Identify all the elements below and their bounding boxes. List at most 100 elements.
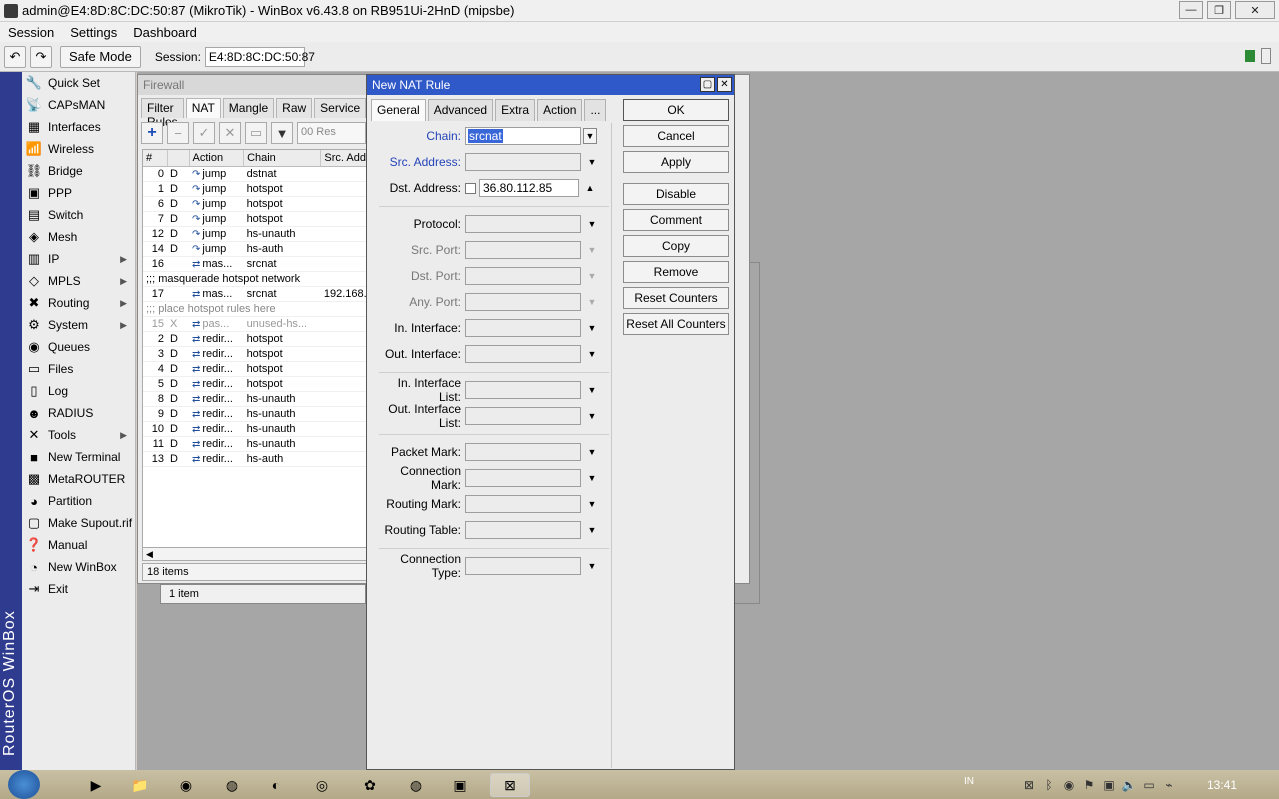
- tab-advanced[interactable]: Advanced: [427, 99, 494, 121]
- sidebar-item-manual[interactable]: ❓ Manual: [22, 534, 135, 556]
- session-field[interactable]: E4:8D:8C:DC:50:87: [204, 46, 315, 67]
- tab-raw[interactable]: Raw: [276, 98, 313, 118]
- taskbar-firefox-icon[interactable]: ◐: [256, 773, 296, 797]
- dst-address-input[interactable]: 36.80.112.85: [479, 179, 579, 197]
- taskbar-clock[interactable]: 13:41: [1207, 778, 1237, 792]
- remove-rule-button[interactable]: Remove: [623, 261, 729, 283]
- horizontal-scrollbar[interactable]: ◀: [142, 547, 368, 561]
- start-button[interactable]: [8, 770, 40, 799]
- table-row[interactable]: 9 D ⇄ redir... hs-unauth: [143, 406, 367, 422]
- src-address-dropdown-icon[interactable]: ▼: [585, 157, 599, 167]
- table-row[interactable]: 7 D ↷ jump hotspot: [143, 211, 367, 227]
- menu-dashboard[interactable]: Dashboard: [125, 25, 205, 40]
- table-row[interactable]: 4 D ⇄ redir... hotspot: [143, 361, 367, 377]
- src-port-input[interactable]: [465, 241, 581, 259]
- sidebar-item-mpls[interactable]: ◇ MPLS ▶: [22, 270, 135, 292]
- packet-mark-select[interactable]: [465, 443, 581, 461]
- out-interface-list-dropdown-icon[interactable]: ▼: [585, 411, 599, 421]
- enable-button[interactable]: ✓: [193, 122, 215, 144]
- dialog-maximize-button[interactable]: ▢: [700, 77, 715, 92]
- sidebar-item-radius[interactable]: ☻ RADIUS: [22, 402, 135, 424]
- sidebar-item-new-winbox[interactable]: ◔ New WinBox: [22, 556, 135, 578]
- undo-button[interactable]: ↶: [4, 45, 26, 68]
- tray-network-icon[interactable]: ⌁: [1159, 778, 1179, 792]
- in-interface-list-select[interactable]: [465, 381, 581, 399]
- out-interface-dropdown-icon[interactable]: ▼: [585, 349, 599, 359]
- table-row[interactable]: 15 X ⇄ pas... unused-hs...: [143, 316, 367, 332]
- out-interface-list-select[interactable]: [465, 407, 581, 425]
- redo-button[interactable]: ↷: [30, 45, 52, 68]
- protocol-dropdown-icon[interactable]: ▼: [585, 219, 599, 229]
- table-row[interactable]: 0 D ↷ jump dstnat: [143, 166, 367, 182]
- table-row[interactable]: 11 D ⇄ redir... hs-unauth: [143, 436, 367, 452]
- table-row[interactable]: 13 D ⇄ redir... hs-auth: [143, 451, 367, 467]
- tray-volume-icon[interactable]: 🔈: [1119, 778, 1139, 792]
- minimize-button[interactable]: —: [1179, 1, 1203, 19]
- in-interface-select[interactable]: [465, 319, 581, 337]
- table-row[interactable]: 6 D ↷ jump hotspot: [143, 196, 367, 212]
- table-row[interactable]: 5 D ⇄ redir... hotspot: [143, 376, 367, 392]
- taskbar-chrome-icon[interactable]: ◉: [166, 773, 206, 797]
- language-indicator[interactable]: IN: [964, 776, 974, 787]
- cancel-button[interactable]: Cancel: [623, 125, 729, 147]
- table-row[interactable]: 10 D ⇄ redir... hs-unauth: [143, 421, 367, 437]
- table-row[interactable]: 16 ⇄ mas... srcnat: [143, 256, 367, 272]
- sidebar-item-mesh[interactable]: ◈ Mesh: [22, 226, 135, 248]
- col-flags[interactable]: [167, 150, 190, 167]
- col-number[interactable]: #: [143, 150, 168, 167]
- chain-dropdown-icon[interactable]: ▼: [583, 128, 597, 144]
- tab-action[interactable]: Action: [537, 99, 583, 121]
- packet-mark-dropdown-icon[interactable]: ▼: [585, 447, 599, 457]
- dialog-close-button[interactable]: ✕: [717, 77, 732, 92]
- in-interface-list-dropdown-icon[interactable]: ▼: [585, 385, 599, 395]
- sidebar-item-metarouter[interactable]: ▩ MetaROUTER: [22, 468, 135, 490]
- sidebar-item-partition[interactable]: ◕ Partition: [22, 490, 135, 512]
- sidebar-item-quick-set[interactable]: 🔧 Quick Set: [22, 72, 135, 94]
- comment-rule-button[interactable]: Comment: [623, 209, 729, 231]
- rule-comment-row[interactable]: ;;; masquerade hotspot network: [143, 271, 367, 287]
- table-row[interactable]: 17⇄mas...srcnat192.168.10...: [143, 286, 367, 302]
- disable-button[interactable]: ✕: [219, 122, 241, 144]
- table-row[interactable]: 2 D ⇄ redir... hotspot: [143, 331, 367, 347]
- rule-comment-row[interactable]: ;;; place hotspot rules here: [143, 301, 367, 317]
- tab-more[interactable]: ...: [584, 99, 607, 121]
- tab-general[interactable]: General: [371, 99, 426, 121]
- tab-service[interactable]: Service: [314, 98, 367, 118]
- sidebar-item-switch[interactable]: ▤ Switch: [22, 204, 135, 226]
- sidebar-item-log[interactable]: ▯ Log: [22, 380, 135, 402]
- tray-flag-icon[interactable]: ⚑: [1079, 778, 1099, 792]
- sidebar-item-ppp[interactable]: ▣ PPP: [22, 182, 135, 204]
- reset-counters-button[interactable]: 00 Res: [297, 122, 366, 144]
- sidebar-item-queues[interactable]: ◉ Queues: [22, 336, 135, 358]
- disable-rule-button[interactable]: Disable: [623, 183, 729, 205]
- connection-mark-dropdown-icon[interactable]: ▼: [585, 473, 599, 483]
- dst-address-negate-checkbox[interactable]: [465, 182, 476, 194]
- src-address-input[interactable]: [465, 153, 581, 171]
- maximize-button[interactable]: ❐: [1207, 1, 1231, 19]
- table-row[interactable]: 1 D ↷ jump hotspot: [143, 181, 367, 197]
- taskbar-folder-icon[interactable]: 📁: [120, 773, 160, 797]
- src-port-dropdown-icon[interactable]: ▼: [585, 245, 599, 255]
- col-chain[interactable]: Chain: [243, 150, 322, 167]
- taskbar-browser-icon[interactable]: ◎: [302, 773, 342, 797]
- col-src-address[interactable]: Src. Address: [320, 150, 367, 167]
- sidebar-item-routing[interactable]: ✖ Routing ▶: [22, 292, 135, 314]
- sidebar-item-make-supout-rif[interactable]: ▢ Make Supout.rif: [22, 512, 135, 534]
- reset-all-counters-button[interactable]: Reset All Counters: [623, 313, 729, 335]
- reset-counters-rule-button[interactable]: Reset Counters: [623, 287, 729, 309]
- routing-table-select[interactable]: [465, 521, 581, 539]
- tray-app-icon[interactable]: ◉: [1059, 778, 1079, 792]
- taskbar-media-icon[interactable]: ▶: [76, 773, 116, 797]
- table-row[interactable]: 12 D ↷ jump hs-unauth: [143, 226, 367, 242]
- connection-type-dropdown-icon[interactable]: ▼: [585, 561, 599, 571]
- sidebar-item-wireless[interactable]: 📶 Wireless: [22, 138, 135, 160]
- taskbar-winbox2-icon[interactable]: ◍: [396, 773, 436, 797]
- tray-device-icon[interactable]: ▣: [1099, 778, 1119, 792]
- protocol-select[interactable]: [465, 215, 581, 233]
- sidebar-item-system[interactable]: ⚙ System ▶: [22, 314, 135, 336]
- table-row[interactable]: 14 D ↷ jump hs-auth: [143, 241, 367, 257]
- connection-type-select[interactable]: [465, 557, 581, 575]
- dst-port-input[interactable]: [465, 267, 581, 285]
- table-row[interactable]: 3 D ⇄ redir... hotspot: [143, 346, 367, 362]
- out-interface-select[interactable]: [465, 345, 581, 363]
